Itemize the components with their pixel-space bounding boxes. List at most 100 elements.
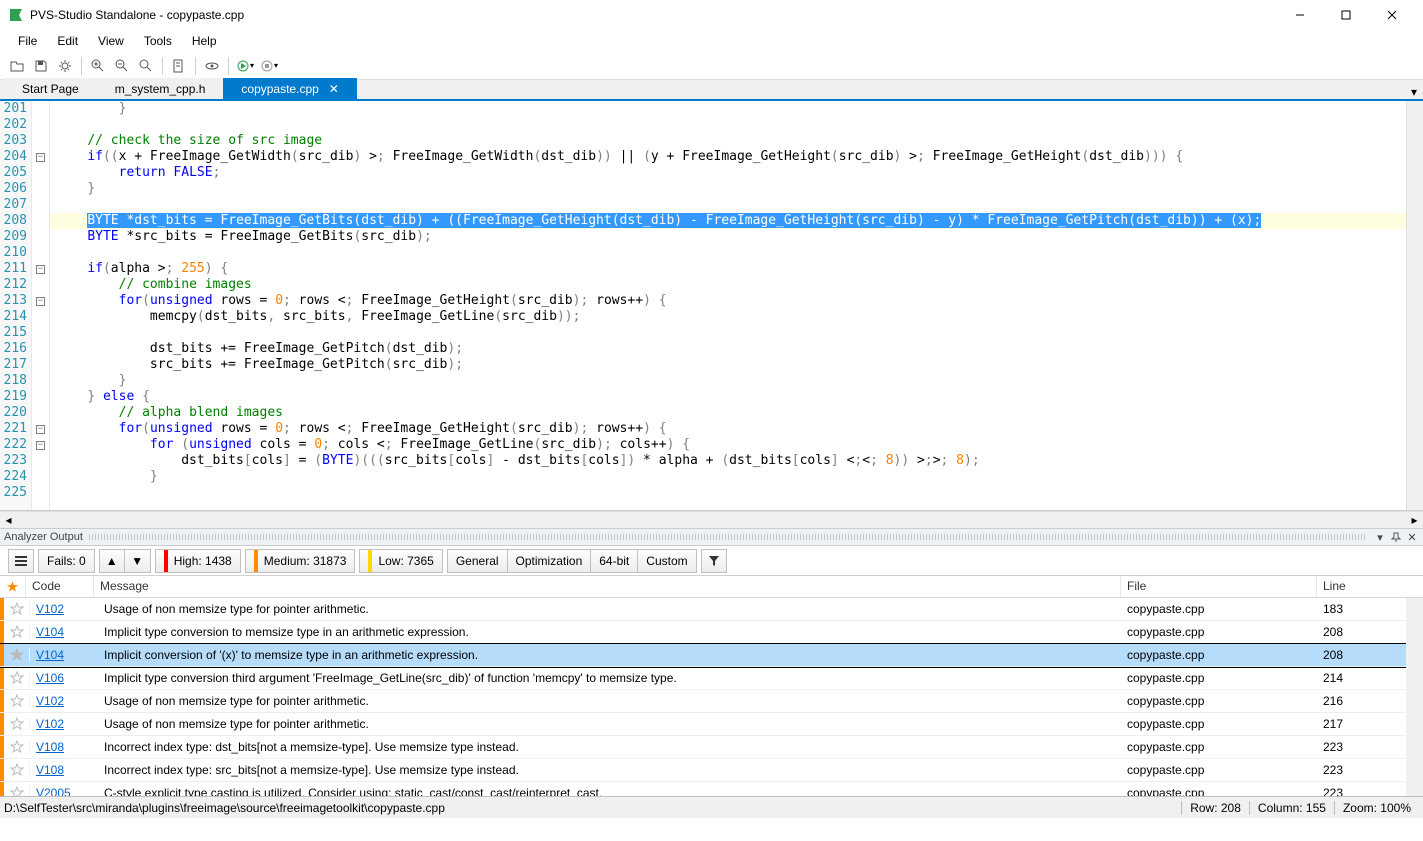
table-row[interactable]: V108 Incorrect index type: src_bits[not a… [0, 759, 1423, 782]
medium-label: Medium: 31873 [264, 554, 347, 568]
star-icon[interactable] [4, 602, 30, 616]
panel-close-icon[interactable]: ✕ [1405, 530, 1419, 544]
scroll-right-icon[interactable]: ▸ [1406, 512, 1423, 528]
diagnostic-message: Usage of non memsize type for pointer ar… [98, 694, 1121, 708]
table-row[interactable]: V102 Usage of non memsize type for pointe… [0, 690, 1423, 713]
code-editor[interactable]: 2012022032042052062072082092102112122132… [0, 101, 1423, 511]
table-row[interactable]: V102Usage of non memsize type for pointe… [0, 713, 1423, 736]
diagnostic-message: C-style explicit type casting is utilize… [98, 786, 1121, 796]
high-filter-button[interactable]: High: 1438 [155, 549, 241, 573]
filter-general[interactable]: General [447, 549, 508, 573]
editor-vscrollbar[interactable] [1406, 101, 1423, 510]
table-row[interactable]: V108Incorrect index type: dst_bits[not a… [0, 736, 1423, 759]
column-message[interactable]: Message [94, 576, 1121, 597]
filter-optimization[interactable]: Optimization [508, 549, 592, 573]
tab-overflow-button[interactable]: ▾ [1405, 85, 1423, 99]
diagnostic-code-link[interactable]: V104 [36, 648, 64, 662]
scroll-left-icon[interactable]: ◂ [0, 512, 17, 528]
tab-label: m_system_cpp.h [115, 82, 206, 96]
diagnostic-code-link[interactable]: V102 [36, 694, 64, 708]
run-icon[interactable]: ▾ [234, 55, 256, 77]
tab-label: Start Page [22, 82, 79, 96]
star-icon[interactable] [4, 740, 30, 754]
line-gutter: 2012022032042052062072082092102112122132… [0, 101, 32, 510]
diagnostic-code-link[interactable]: V106 [36, 671, 64, 685]
gear-icon[interactable] [54, 55, 76, 77]
fails-label: Fails: 0 [47, 554, 86, 568]
tab-m-system-cpp-h[interactable]: m_system_cpp.h [97, 78, 224, 99]
save-icon[interactable] [30, 55, 52, 77]
diagnostic-code-link[interactable]: V104 [36, 625, 64, 639]
table-row[interactable]: V104Implicit type conversion to memsize … [0, 621, 1423, 644]
fold-toggle[interactable]: − [36, 153, 45, 162]
maximize-button[interactable] [1323, 0, 1369, 30]
fold-toggle[interactable]: − [36, 297, 45, 306]
tab-start-page[interactable]: Start Page [4, 78, 97, 99]
table-row[interactable]: V106 Implicit type conversion third argum… [0, 667, 1423, 690]
fold-toggle[interactable]: − [36, 265, 45, 274]
menu-tools[interactable]: Tools [134, 32, 182, 50]
diagnostic-file: copypaste.cpp [1121, 694, 1317, 708]
fold-toggle[interactable]: − [36, 425, 45, 434]
diagnostic-code-link[interactable]: V108 [36, 763, 64, 777]
diagnostic-file: copypaste.cpp [1121, 763, 1317, 777]
open-file-icon[interactable] [6, 55, 28, 77]
fold-column: − − − − − [32, 101, 50, 510]
zoom-out-icon[interactable] [111, 55, 133, 77]
tab-copypaste-cpp[interactable]: copypaste.cpp✕ [223, 78, 356, 99]
filter-custom[interactable]: Custom [638, 549, 696, 573]
menu-view[interactable]: View [88, 32, 134, 50]
arrow-up-icon[interactable]: ▲ [99, 549, 125, 573]
hamburger-icon[interactable] [8, 549, 34, 573]
panel-menu-icon[interactable]: ▾ [1373, 530, 1387, 544]
arrow-down-icon[interactable]: ▼ [125, 549, 151, 573]
zoom-reset-icon[interactable] [135, 55, 157, 77]
editor-hscrollbar[interactable]: ◂ ▸ [0, 511, 1423, 528]
menu-edit[interactable]: Edit [47, 32, 88, 50]
diagnostic-file: copypaste.cpp [1121, 786, 1317, 796]
star-icon[interactable] [4, 717, 30, 731]
star-icon[interactable] [4, 625, 30, 639]
fails-button[interactable]: Fails: 0 [38, 549, 95, 573]
star-icon[interactable] [4, 671, 30, 685]
pin-icon[interactable] [1389, 530, 1403, 544]
filter-64bit[interactable]: 64-bit [591, 549, 638, 573]
column-line[interactable]: Line [1317, 576, 1423, 597]
diagnostic-message: Implicit type conversion third argument … [98, 671, 1121, 685]
medium-filter-button[interactable]: Medium: 31873 [245, 549, 356, 573]
menu-help[interactable]: Help [182, 32, 227, 50]
fold-toggle[interactable]: − [36, 441, 45, 450]
minimize-button[interactable] [1277, 0, 1323, 30]
table-row[interactable]: V102Usage of non memsize type for pointe… [0, 598, 1423, 621]
code-content[interactable]: } // check the size of src image if((x +… [50, 101, 1406, 510]
low-filter-button[interactable]: Low: 7365 [359, 549, 442, 573]
table-row[interactable]: V104Implicit conversion of '(x)' to mems… [0, 644, 1423, 667]
table-row[interactable]: V2005 C-style explicit type casting is ut… [0, 782, 1423, 796]
grid-vscrollbar[interactable] [1406, 598, 1423, 796]
diagnostic-message: Incorrect index type: src_bits[not a mem… [98, 763, 1121, 777]
eye-icon[interactable] [201, 55, 223, 77]
stop-icon[interactable]: ▾ [258, 55, 280, 77]
zoom-in-icon[interactable] [87, 55, 109, 77]
statusbar: D:\SelfTester\src\miranda\plugins\freeim… [0, 796, 1423, 818]
close-button[interactable] [1369, 0, 1415, 30]
column-code[interactable]: Code [26, 576, 94, 597]
panel-title: Analyzer Output [4, 531, 83, 543]
funnel-icon[interactable] [701, 549, 727, 573]
star-icon[interactable] [4, 694, 30, 708]
column-file[interactable]: File [1121, 576, 1317, 597]
menu-file[interactable]: File [8, 32, 47, 50]
close-icon[interactable]: ✕ [329, 82, 339, 96]
diagnostic-code-link[interactable]: V2005 [36, 786, 71, 796]
diagnostic-code-link[interactable]: V108 [36, 740, 64, 754]
diagnostic-file: copypaste.cpp [1121, 625, 1317, 639]
diagnostic-code-link[interactable]: V102 [36, 602, 64, 616]
column-star[interactable] [0, 576, 26, 597]
star-icon[interactable] [4, 786, 30, 796]
document-icon[interactable] [168, 55, 190, 77]
diagnostic-code-link[interactable]: V102 [36, 717, 64, 731]
star-icon[interactable] [4, 648, 30, 662]
star-icon[interactable] [4, 763, 30, 777]
toolbar: ▾ ▾ [0, 52, 1423, 80]
status-path: D:\SelfTester\src\miranda\plugins\freeim… [4, 801, 1181, 815]
